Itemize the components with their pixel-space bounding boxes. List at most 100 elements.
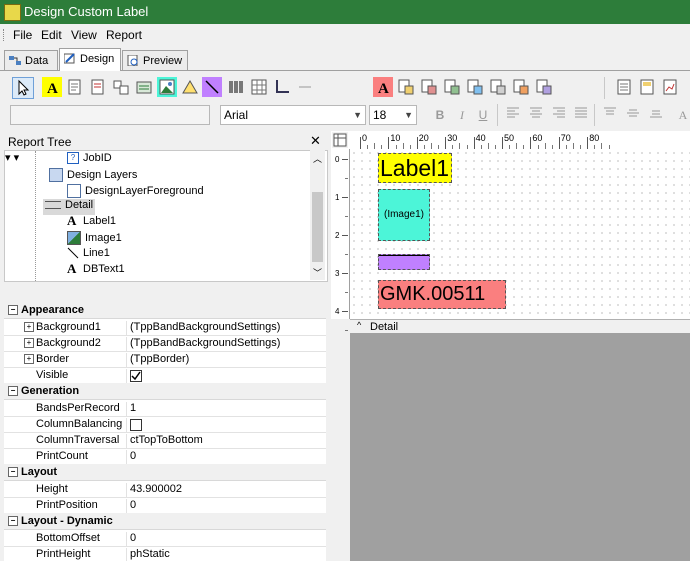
memo-tool-icon[interactable] xyxy=(65,77,85,97)
field-icon: ? xyxy=(67,152,79,165)
tab-preview[interactable]: Preview xyxy=(122,50,188,70)
ruler-top-tick xyxy=(445,137,447,149)
prop-row[interactable]: PrintHeight phStatic xyxy=(4,546,326,561)
underline-icon[interactable]: U xyxy=(474,107,492,124)
tab-data[interactable]: Data xyxy=(4,50,58,70)
line-tool-icon[interactable] xyxy=(202,77,222,97)
expand-icon[interactable]: + xyxy=(24,338,34,348)
tree-node-dbtext1[interactable]: A DBText1 xyxy=(67,262,125,279)
menu-view[interactable]: View xyxy=(71,28,97,42)
prop-row[interactable]: Height 43.900002 xyxy=(4,481,326,498)
ruler-top-tick xyxy=(502,137,503,149)
justify-icon[interactable] xyxy=(572,107,590,124)
line1-component[interactable] xyxy=(378,254,430,270)
prop-row[interactable]: ColumnTraversal ctTopToBottom xyxy=(4,432,326,449)
tree-node-image1[interactable]: Image1 xyxy=(67,231,122,247)
shape-tool-icon[interactable] xyxy=(180,77,200,97)
collapse-chevron-icon[interactable]: ▾ xyxy=(14,152,20,164)
more-tools-icon[interactable] xyxy=(295,77,315,97)
prop-row[interactable]: PrintPosition 0 xyxy=(4,497,326,514)
collapse-chevron-icon[interactable]: ▾ xyxy=(5,152,11,164)
ruler-left-minor-tick xyxy=(345,254,348,255)
page-tool-icon[interactable] xyxy=(637,77,657,97)
valign-middle-icon[interactable] xyxy=(624,107,642,124)
category-generation[interactable]: − Generation xyxy=(4,383,326,400)
prop-row[interactable]: + Background2 (TppBandBackgroundSettings… xyxy=(4,335,326,352)
visible-value[interactable] xyxy=(126,369,160,383)
teechart-tool-icon[interactable] xyxy=(660,77,680,97)
image1-component[interactable]: (Image1) xyxy=(378,189,430,241)
dbcalc-tool-icon[interactable] xyxy=(442,77,462,97)
ruler-corner-icon[interactable] xyxy=(332,132,348,148)
barcode-tool-icon[interactable] xyxy=(226,77,246,97)
prop-row[interactable]: BandsPerRecord 1 xyxy=(4,400,326,417)
prop-row[interactable]: PrintCount 0 xyxy=(4,448,326,465)
workspace-background xyxy=(350,333,690,561)
richtext-tool-icon[interactable] xyxy=(88,77,108,97)
component-name-box[interactable] xyxy=(10,105,210,125)
font-color-icon[interactable]: A xyxy=(674,107,690,124)
tree-scrollbar[interactable]: ︿ ﹀ xyxy=(310,150,325,280)
systemvar-tool-icon[interactable] xyxy=(111,77,131,97)
region-tool-icon[interactable] xyxy=(272,77,292,97)
dbbarcode-tool-icon[interactable] xyxy=(488,77,508,97)
checkbox-unchecked[interactable] xyxy=(130,419,142,431)
label-tool-icon[interactable]: A xyxy=(42,77,62,97)
menu-edit[interactable]: Edit xyxy=(41,28,62,42)
tree-node-jobid[interactable]: ? JobID xyxy=(67,152,112,168)
collapse-icon[interactable]: − xyxy=(8,386,18,396)
category-layout[interactable]: − Layout xyxy=(4,464,326,481)
expand-icon[interactable]: + xyxy=(24,354,34,364)
dbtext-tool-icon[interactable]: A xyxy=(373,77,393,97)
dbchart-tool-icon[interactable] xyxy=(534,77,554,97)
ruler-left-tick xyxy=(342,235,348,236)
select-arrow-icon[interactable] xyxy=(12,77,34,99)
scroll-down-icon[interactable]: ﹀ xyxy=(313,266,322,279)
prop-row[interactable]: + Background1 (TppBandBackgroundSettings… xyxy=(4,319,326,336)
dbrichtext-tool-icon[interactable] xyxy=(419,77,439,97)
chevron-down-icon: ▼ xyxy=(404,110,413,120)
menu-report[interactable]: Report xyxy=(106,28,142,42)
menu-file[interactable]: File xyxy=(13,28,32,42)
scroll-up-icon[interactable]: ︿ xyxy=(313,152,322,165)
prop-row[interactable]: BottomOffset 0 xyxy=(4,530,326,547)
ruler-top-label: 30 xyxy=(447,133,458,143)
dbimage-tool-icon[interactable] xyxy=(465,77,485,97)
collapse-icon[interactable]: − xyxy=(8,305,18,315)
category-appearance[interactable]: − Appearance xyxy=(4,302,326,319)
prop-row[interactable]: ColumnBalancing xyxy=(4,416,326,433)
tree-node-label1[interactable]: A Label1 xyxy=(67,214,116,231)
valign-top-icon[interactable] xyxy=(601,107,619,124)
tree-node-design-layers[interactable]: Design Layers xyxy=(49,168,137,184)
category-layout-dynamic[interactable]: − Layout - Dynamic xyxy=(4,513,326,530)
italic-icon[interactable]: I xyxy=(453,107,471,124)
tab-design[interactable]: Design xyxy=(59,48,121,71)
align-left-icon[interactable] xyxy=(504,107,522,124)
subreport-tool-icon[interactable] xyxy=(614,77,634,97)
collapse-icon[interactable]: − xyxy=(8,516,18,526)
prop-row[interactable]: + Border (TppBorder) xyxy=(4,351,326,368)
scroll-thumb[interactable] xyxy=(312,192,323,262)
crosstab-tool-icon[interactable] xyxy=(249,77,269,97)
checkbox-checked[interactable] xyxy=(130,370,142,382)
close-icon[interactable]: ✕ xyxy=(310,133,321,149)
detail-band-canvas[interactable]: Label1 (Image1) GMK.00511 xyxy=(350,149,690,319)
dbcheckbox-tool-icon[interactable] xyxy=(511,77,531,97)
variable-tool-icon[interactable] xyxy=(134,77,154,97)
image-tool-icon[interactable] xyxy=(157,77,177,97)
tree-node-design-layer-foreground[interactable]: DesignLayerForeground xyxy=(67,184,204,200)
valign-bottom-icon[interactable] xyxy=(647,107,665,124)
dbmemo-tool-icon[interactable] xyxy=(396,77,416,97)
expand-icon[interactable]: + xyxy=(24,322,34,332)
font-name-combo[interactable]: Arial ▼ xyxy=(220,105,366,125)
label1-component[interactable]: Label1 xyxy=(378,153,452,183)
column-balancing-value[interactable] xyxy=(126,418,160,432)
align-right-icon[interactable] xyxy=(550,107,568,124)
font-size-combo[interactable]: 18 ▼ xyxy=(369,105,417,125)
bold-icon[interactable]: B xyxy=(431,107,449,124)
dbtext1-component[interactable]: GMK.00511 xyxy=(378,280,506,309)
collapse-icon[interactable]: − xyxy=(8,467,18,477)
align-center-icon[interactable] xyxy=(527,107,545,124)
prop-row[interactable]: Visible xyxy=(4,367,326,384)
detail-band-bar[interactable]: ^ Detail xyxy=(350,319,690,334)
